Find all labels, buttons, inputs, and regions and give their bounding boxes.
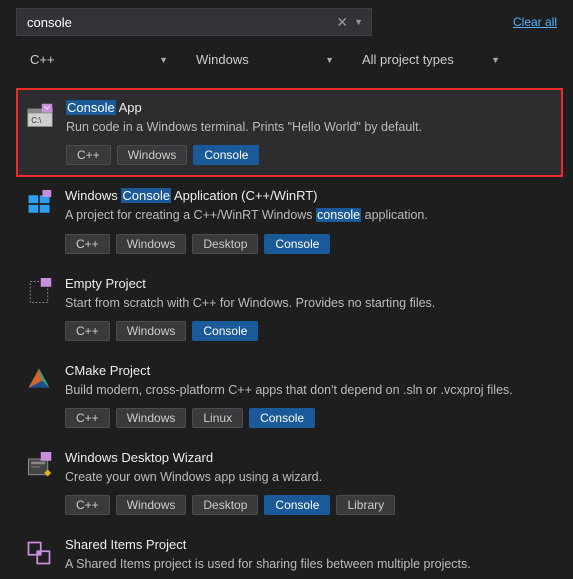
template-description: Start from scratch with C++ for Windows.… [65,295,552,311]
cmake-icon [25,365,53,393]
tag: Windows [116,408,187,428]
search-dropdown-icon[interactable]: ▼ [352,17,365,27]
tag: C++ [65,234,110,254]
tag: Console [249,408,315,428]
chevron-down-icon: ▼ [491,55,500,65]
filter-label: C++ [30,52,55,67]
chevron-down-icon: ▼ [159,55,168,65]
tag: Console [193,145,259,165]
tag-list: C++ WindowsConsole [65,321,552,341]
windows-icon [25,190,53,218]
tag: Linux [192,408,243,428]
tag-list: C++ WindowsDesktop Console Library [65,495,552,515]
platform-filter[interactable]: Windows ▼ [190,48,340,71]
template-description: Build modern, cross-platform C++ apps th… [65,382,552,398]
wizard-icon [25,452,53,480]
svg-text:C:\: C:\ [31,116,42,125]
filter-label: Windows [196,52,249,67]
template-title: Windows Desktop Wizard [65,450,552,465]
tag: C++ [65,495,110,515]
template-description: A Shared Items project is used for shari… [65,556,552,572]
filter-label: All project types [362,52,454,67]
clear-all-link[interactable]: Clear all [513,15,557,29]
template-item[interactable]: Empty Project Start from scratch with C++… [16,265,563,352]
template-list[interactable]: C:\ Console App Run code in a Windows term… [16,88,563,579]
template-description: Create your own Windows app using a wiza… [65,469,552,485]
language-filter[interactable]: C++ ▼ [24,48,174,71]
shared-icon [25,539,53,567]
chevron-down-icon: ▼ [325,55,334,65]
template-title: Shared Items Project [65,537,552,552]
search-input[interactable] [23,11,332,34]
tag: C++ [65,408,110,428]
tag: C++ [66,145,111,165]
tag: Windows [116,234,187,254]
empty-icon [25,278,53,306]
tag: Windows [116,321,187,341]
tag-list: C++ WindowsConsole [66,145,551,165]
tag: Console [264,495,330,515]
tag: Desktop [192,234,258,254]
template-item[interactable]: Windows Desktop Wizard Create your own Wi… [16,439,563,526]
tag: Console [264,234,330,254]
template-item[interactable]: Shared Items Project A Shared Items proje… [16,526,563,579]
tag: Windows [116,495,187,515]
tag: Console [192,321,258,341]
project-type-filter[interactable]: All project types ▼ [356,48,506,71]
tag: C++ [65,321,110,341]
tag: Desktop [192,495,258,515]
template-item[interactable]: CMake Project Build modern, cross-platfor… [16,352,563,439]
template-item[interactable]: C:\ Console App Run code in a Windows term… [16,88,563,177]
template-description: Run code in a Windows terminal. Prints "… [66,119,551,135]
template-title: Windows Console Application (C++/WinRT) [65,188,552,203]
template-description: A project for creating a C++/WinRT Windo… [65,207,552,223]
tag-list: C++ WindowsLinux Console [65,408,552,428]
clear-search-icon[interactable]: ✕ [332,14,352,31]
console-icon: C:\ [26,102,54,130]
template-title: Empty Project [65,276,552,291]
tag: Windows [117,145,188,165]
template-title: Console App [66,100,551,115]
tag: Library [336,495,395,515]
tag-list: C++ WindowsDesktop Console [65,234,552,254]
search-box[interactable]: ✕ ▼ [16,8,372,36]
template-title: CMake Project [65,363,552,378]
template-item[interactable]: Windows Console Application (C++/WinRT) A… [16,177,563,264]
